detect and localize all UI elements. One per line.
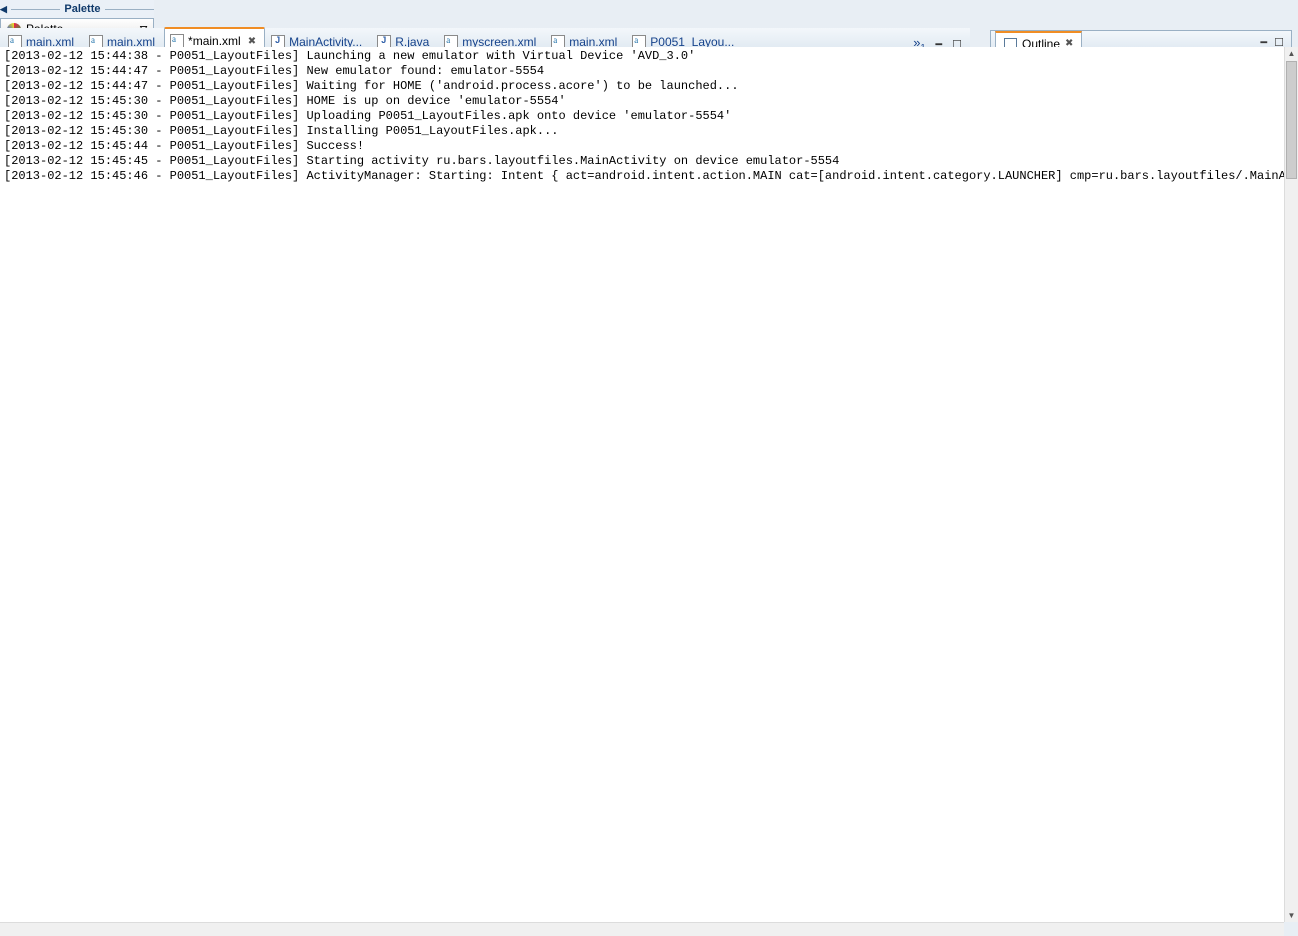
console-line: [2013-02-12 15:45:46 - P0051_LayoutFiles… (4, 169, 1284, 183)
scroll-down-arrow-icon[interactable]: ▼ (1285, 909, 1298, 922)
xml-file-icon (170, 34, 185, 48)
console-line: [2013-02-12 15:45:30 - P0051_LayoutFiles… (4, 109, 732, 123)
console-line: [2013-02-12 15:45:45 - P0051_LayoutFiles… (4, 154, 840, 168)
palette-collapse-icon[interactable]: ◀ (0, 4, 7, 15)
editor-tab-label: *main.xml (188, 34, 241, 48)
eclipse-workbench: main.xmlmain.xml*main.xml✖MainActivity..… (0, 0, 1298, 936)
console-vertical-scrollbar[interactable]: ▲ ▼ (1284, 47, 1298, 922)
palette-title: Palette (64, 3, 101, 15)
close-icon[interactable]: ✖ (248, 36, 256, 47)
console-line: [2013-02-12 15:44:38 - P0051_LayoutFiles… (4, 49, 696, 63)
console-line: [2013-02-12 15:45:30 - P0051_LayoutFiles… (4, 124, 559, 138)
scrollbar-thumb[interactable] (1286, 61, 1297, 179)
console-line: [2013-02-12 15:44:47 - P0051_LayoutFiles… (4, 79, 739, 93)
console-line: [2013-02-12 15:45:30 - P0051_LayoutFiles… (4, 94, 566, 108)
console-line: [2013-02-12 15:44:47 - P0051_LayoutFiles… (4, 64, 545, 78)
console-horizontal-scrollbar[interactable] (0, 922, 1284, 936)
scroll-up-arrow-icon[interactable]: ▲ (1285, 47, 1298, 60)
palette-header: ◀ Palette (0, 0, 154, 18)
console-output[interactable]: [2013-02-12 15:44:38 - P0051_LayoutFiles… (0, 47, 1284, 922)
console-line: [2013-02-12 15:45:44 - P0051_LayoutFiles… (4, 139, 365, 153)
